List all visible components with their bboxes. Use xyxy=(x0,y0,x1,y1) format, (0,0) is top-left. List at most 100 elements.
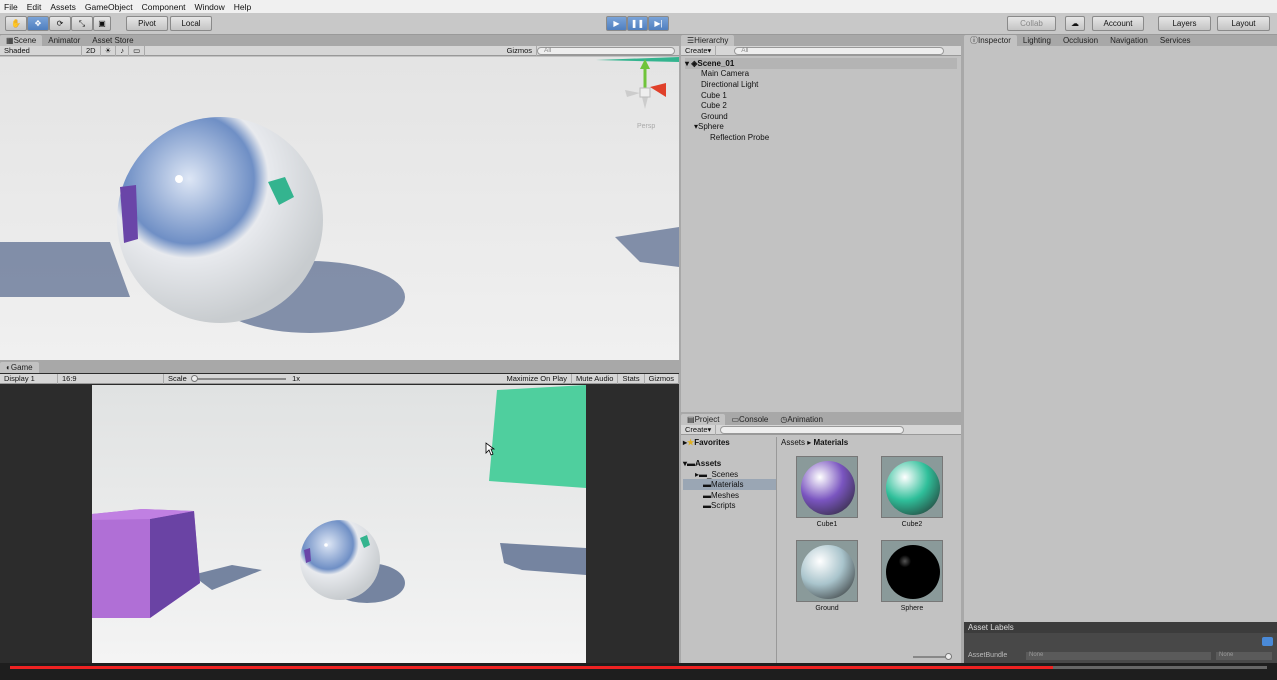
tab-animation[interactable]: ◷ Animation xyxy=(774,414,829,425)
list-item[interactable]: ▬ Scripts xyxy=(683,501,776,512)
game-cube-2 xyxy=(489,385,586,488)
local-button[interactable]: Local xyxy=(170,16,212,31)
hierarchy-create-button[interactable]: Create ▾ xyxy=(681,45,717,56)
scene-search-input[interactable]: All xyxy=(537,46,675,55)
breadcrumb-current[interactable]: Materials xyxy=(813,438,848,447)
list-item[interactable]: Cube 2 xyxy=(685,100,957,111)
list-item[interactable]: ▸ ▬ _Scenes xyxy=(683,469,776,480)
menu-help[interactable]: Help xyxy=(234,2,251,12)
tab-game[interactable]: ◐ Game xyxy=(0,362,39,373)
folder-label: _Scenes xyxy=(707,469,739,479)
breadcrumb-root[interactable]: Assets xyxy=(781,438,805,447)
material-cube2[interactable] xyxy=(881,456,943,518)
asset-variant-dropdown[interactable]: None xyxy=(1216,652,1272,660)
rect-tool-icon[interactable]: ▣ xyxy=(93,16,111,31)
mode-2d-toggle[interactable]: 2D xyxy=(82,45,101,56)
folder-label: Scripts xyxy=(711,501,736,511)
scale-slider[interactable]: Scale 1x xyxy=(164,374,304,384)
aspect-dropdown[interactable]: 16:9 xyxy=(58,373,164,384)
tag-icon[interactable] xyxy=(1262,637,1273,646)
tab-project[interactable]: ▤ Project xyxy=(681,414,726,425)
audio-toggle-icon[interactable]: ♪ xyxy=(116,45,130,56)
move-tool-icon[interactable]: ✥ xyxy=(27,16,49,31)
tab-console-label: Console xyxy=(739,415,769,424)
cloud-icon[interactable]: ☁ xyxy=(1065,16,1085,31)
list-item[interactable]: Main Camera xyxy=(685,69,957,80)
thumbnail-size-handle[interactable] xyxy=(945,653,952,660)
list-item[interactable]: ▾ Sphere xyxy=(685,122,957,133)
project-tabs: ▤ Project ▭ Console ◷ Animation xyxy=(681,414,961,425)
tab-inspector[interactable]: ⓘ Inspector xyxy=(964,35,1017,46)
lighting-toggle-icon[interactable]: ☀ xyxy=(101,45,117,56)
scale-label: Scale xyxy=(168,374,187,383)
rotate-tool-icon[interactable]: ⟳ xyxy=(49,16,71,31)
menu-edit[interactable]: Edit xyxy=(27,2,42,12)
scene-root-label: Scene_01 xyxy=(697,58,735,68)
maximize-on-play-toggle[interactable]: Maximize On Play xyxy=(503,373,572,384)
layout-button[interactable]: Layout xyxy=(1217,16,1270,31)
account-label: Account xyxy=(1103,19,1133,28)
menu-gameobject[interactable]: GameObject xyxy=(85,2,133,12)
pause-button-icon[interactable]: ❚❚ xyxy=(627,16,648,31)
folder-label: Meshes xyxy=(711,490,740,500)
scale-tool-icon[interactable]: ⤡ xyxy=(71,16,93,31)
material-ground[interactable] xyxy=(796,540,858,602)
asset-bundle-dropdown[interactable]: None xyxy=(1026,652,1211,660)
star-icon: ★ xyxy=(687,437,695,447)
list-item[interactable]: ▬ Materials xyxy=(683,479,776,490)
material-cube1[interactable] xyxy=(796,456,858,518)
game-gizmos-dropdown[interactable]: Gizmos xyxy=(645,373,679,384)
project-search-input[interactable] xyxy=(720,425,905,434)
list-item[interactable]: Directional Light xyxy=(685,79,957,90)
display-dropdown[interactable]: Display 1 xyxy=(0,373,58,384)
hand-tool-icon[interactable]: ✋ xyxy=(5,16,27,31)
scene-search-placeholder: All xyxy=(544,47,552,54)
asset-labels-header[interactable]: Asset Labels xyxy=(964,622,1277,633)
list-item[interactable]: Reflection Probe xyxy=(685,132,957,143)
account-button[interactable]: Account xyxy=(1092,16,1144,31)
tab-scene[interactable]: ▦ Scene xyxy=(0,35,43,46)
tab-asset-store[interactable]: Asset Store xyxy=(86,35,139,46)
tab-inspector-label: Inspector xyxy=(978,36,1011,45)
tab-animator[interactable]: Animator xyxy=(42,35,86,46)
scene-gizmos-dropdown[interactable]: Gizmos xyxy=(503,45,537,56)
video-progress-track[interactable] xyxy=(10,666,1267,669)
scene-viewport[interactable]: Persp xyxy=(0,57,679,360)
project-create-button[interactable]: Create ▾ xyxy=(681,424,717,435)
play-button-icon[interactable]: ▶ xyxy=(606,16,627,31)
menu-file[interactable]: File xyxy=(4,2,18,12)
mute-audio-toggle[interactable]: Mute Audio xyxy=(572,373,619,384)
menu-assets[interactable]: Assets xyxy=(50,2,76,12)
pivot-button[interactable]: Pivot xyxy=(126,16,168,31)
list-item[interactable]: Cube 1 xyxy=(685,90,957,101)
collab-button[interactable]: Collab xyxy=(1007,16,1056,31)
layers-button[interactable]: Layers xyxy=(1158,16,1211,31)
tab-navigation[interactable]: Navigation xyxy=(1104,35,1154,46)
stats-toggle[interactable]: Stats xyxy=(618,373,645,384)
tab-animator-label: Animator xyxy=(48,36,81,45)
scene-root-item[interactable]: ▾ ◈ Scene_01 xyxy=(685,58,957,69)
tab-occlusion-label: Occlusion xyxy=(1062,36,1099,45)
step-button-icon[interactable]: ▶| xyxy=(648,16,669,31)
game-viewport[interactable] xyxy=(92,385,586,663)
tab-hierarchy[interactable]: ☰ Hierarchy xyxy=(681,35,735,46)
list-item[interactable]: ▬ Meshes xyxy=(683,490,776,501)
thumbnail-size-slider[interactable] xyxy=(913,653,952,660)
favorites-item[interactable]: ▸ ★ Favorites xyxy=(683,437,776,448)
effects-toggle-icon[interactable]: ▭ xyxy=(129,45,146,56)
menu-window[interactable]: Window xyxy=(195,2,225,12)
material-sphere[interactable] xyxy=(881,540,943,602)
mode-2d-label: 2D xyxy=(86,46,96,55)
list-item[interactable]: Ground xyxy=(685,111,957,122)
menu-component[interactable]: Component xyxy=(142,2,186,12)
shading-mode-dropdown[interactable]: Shaded xyxy=(0,45,82,56)
tab-console[interactable]: ▭ Console xyxy=(725,414,774,425)
scene-panel: ▦ Scene Animator Asset Store Shaded 2D ☀… xyxy=(0,35,679,360)
tab-services[interactable]: Services xyxy=(1154,35,1197,46)
assets-folder[interactable]: ▾ ▬ Assets xyxy=(683,458,776,469)
game-tabs: ◐ Game xyxy=(0,362,679,373)
tab-occlusion[interactable]: Occlusion xyxy=(1057,35,1104,46)
hierarchy-search-input[interactable]: All xyxy=(734,46,945,55)
scale-handle[interactable] xyxy=(190,374,198,382)
tab-lighting[interactable]: Lighting xyxy=(1017,35,1057,46)
